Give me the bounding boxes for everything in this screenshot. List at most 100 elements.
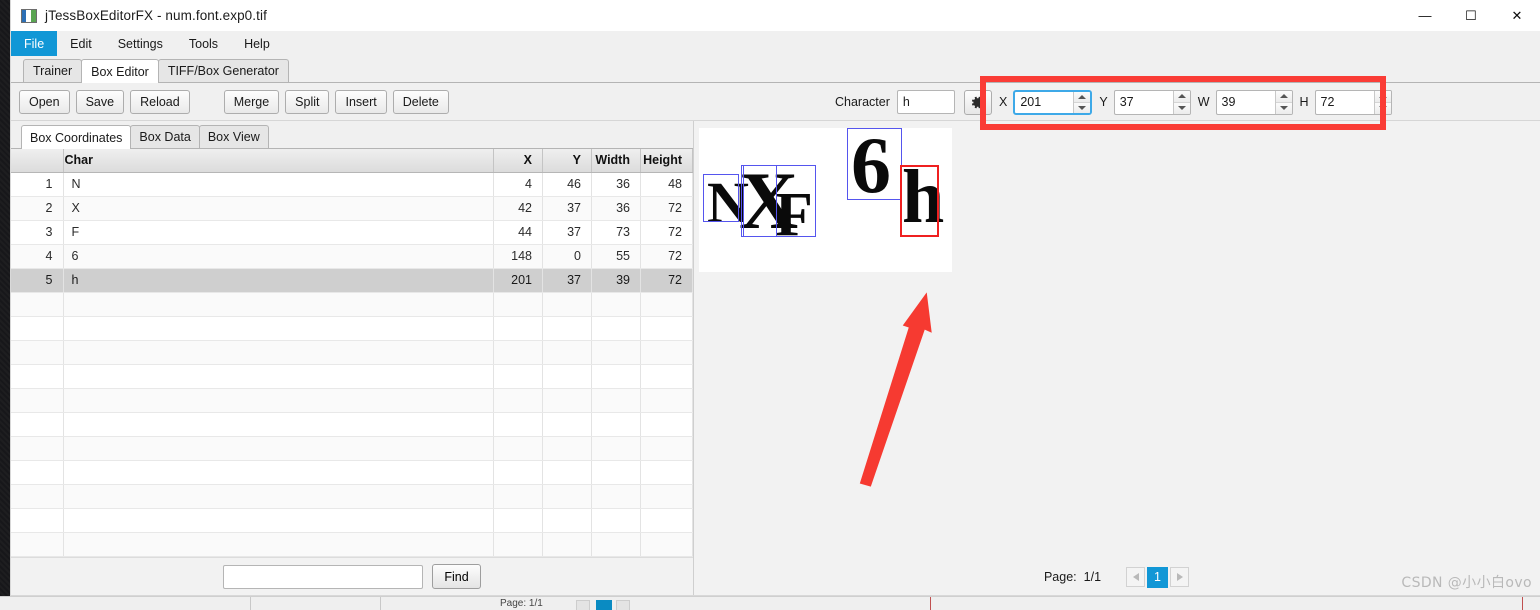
table-row[interactable]: 3 F 44 37 73 72 xyxy=(11,220,693,245)
prev-page-icon[interactable] xyxy=(1126,567,1146,587)
cell-x: 42 xyxy=(493,196,543,221)
table-row-empty[interactable] xyxy=(11,460,693,485)
gear-icon[interactable] xyxy=(963,89,992,115)
menu-item-tools[interactable]: Tools xyxy=(176,31,231,56)
cell-empty xyxy=(63,388,494,413)
merge-button[interactable]: Merge xyxy=(223,89,280,114)
minimize-button[interactable]: — xyxy=(1402,0,1448,31)
w-input[interactable] xyxy=(1216,90,1275,114)
bbox-6[interactable] xyxy=(847,128,902,200)
table-row[interactable]: 5 h 201 37 39 72 xyxy=(11,268,693,293)
tab-box-data[interactable]: Box Data xyxy=(130,125,200,148)
image-canvas[interactable]: N X F 6 h xyxy=(699,126,952,272)
tab-box-view[interactable]: Box View xyxy=(198,125,269,148)
table-row-empty[interactable] xyxy=(11,292,693,317)
col-char[interactable]: Char xyxy=(63,149,494,173)
split-button[interactable]: Split xyxy=(285,89,330,114)
h-spinner-arrows[interactable] xyxy=(1373,90,1391,114)
bbox-h[interactable] xyxy=(900,165,939,237)
find-bar: Find xyxy=(11,557,693,595)
w-spinner-arrows[interactable] xyxy=(1274,90,1292,114)
menu-item-help[interactable]: Help xyxy=(231,31,283,56)
cell-empty xyxy=(63,412,494,437)
table-row-empty[interactable] xyxy=(11,340,693,365)
cell-empty xyxy=(640,460,693,485)
col-x[interactable]: X xyxy=(493,149,543,173)
insert-button[interactable]: Insert xyxy=(335,89,387,114)
cell-empty xyxy=(542,484,592,509)
box-table-container[interactable]: Char X Y Width Height 1 N 4 46 36 48 2 X 42 37 36 7… xyxy=(11,149,693,557)
table-row-empty[interactable] xyxy=(11,388,693,413)
cell-width: 36 xyxy=(591,196,641,221)
h-spinner-down[interactable] xyxy=(1374,102,1391,114)
cell-width: 73 xyxy=(591,220,641,245)
page-number-button[interactable]: 1 xyxy=(1147,566,1169,588)
find-input[interactable] xyxy=(223,564,424,589)
cell-empty xyxy=(640,316,693,341)
cell-empty xyxy=(542,388,592,413)
y-spinner[interactable] xyxy=(1113,89,1191,115)
reload-button[interactable]: Reload xyxy=(130,89,190,114)
table-row-empty[interactable] xyxy=(11,532,693,557)
save-button[interactable]: Save xyxy=(75,89,125,114)
cell-empty xyxy=(640,412,693,437)
x-spinner-down[interactable] xyxy=(1074,102,1091,113)
table-row-empty[interactable] xyxy=(11,364,693,389)
w-spinner[interactable] xyxy=(1215,89,1293,115)
col-width[interactable]: Width xyxy=(591,149,641,173)
character-input[interactable] xyxy=(896,90,955,114)
tab-box-editor[interactable]: Box Editor xyxy=(81,59,159,83)
h-spinner-up[interactable] xyxy=(1374,90,1391,103)
bbox-F[interactable] xyxy=(743,165,816,237)
watermark: CSDN @小小白ovo xyxy=(1401,575,1532,591)
close-button[interactable]: ✕ xyxy=(1494,0,1540,31)
cell-height: 48 xyxy=(640,172,693,197)
cell-empty xyxy=(640,436,693,461)
maximize-button[interactable]: ☐ xyxy=(1448,0,1494,31)
menu-item-edit[interactable]: Edit xyxy=(57,31,105,56)
tab-tiff-box-generator[interactable]: TIFF/Box Generator xyxy=(157,59,289,82)
cell-empty xyxy=(591,340,641,365)
table-row-empty[interactable] xyxy=(11,316,693,341)
table-row[interactable]: 4 6 148 0 55 72 xyxy=(11,244,693,269)
find-button[interactable]: Find xyxy=(432,564,481,589)
y-spinner-up[interactable] xyxy=(1173,90,1190,103)
table-row-empty[interactable] xyxy=(11,436,693,461)
menu-item-settings[interactable]: Settings xyxy=(105,31,176,56)
x-spinner-arrows[interactable] xyxy=(1073,91,1091,113)
content-area: Box Coordinates Box Data Box View Char X… xyxy=(11,121,1540,595)
col-height[interactable]: Height xyxy=(640,149,693,173)
cell-empty xyxy=(640,364,693,389)
menu-item-file[interactable]: File xyxy=(11,31,58,56)
delete-button[interactable]: Delete xyxy=(392,89,449,114)
y-spinner-down[interactable] xyxy=(1173,102,1190,114)
tab-box-coordinates[interactable]: Box Coordinates xyxy=(21,125,132,149)
cell-empty xyxy=(11,532,64,557)
tab-trainer[interactable]: Trainer xyxy=(23,59,83,82)
cell-empty xyxy=(11,340,64,365)
table-row-empty[interactable] xyxy=(11,412,693,437)
table-row-empty[interactable] xyxy=(11,484,693,509)
col-y[interactable]: Y xyxy=(542,149,592,173)
table-row[interactable]: 1 N 4 46 36 48 xyxy=(11,172,693,197)
x-input[interactable] xyxy=(1015,91,1074,113)
cell-empty xyxy=(493,508,543,533)
bbox-N[interactable] xyxy=(703,174,739,222)
cell-x: 201 xyxy=(493,268,543,293)
x-spinner-up[interactable] xyxy=(1074,91,1091,103)
h-spinner[interactable] xyxy=(1314,89,1392,115)
open-button[interactable]: Open xyxy=(19,89,70,114)
next-page-icon[interactable] xyxy=(1170,567,1190,587)
cell-empty xyxy=(542,340,592,365)
y-input[interactable] xyxy=(1114,90,1173,114)
table-row[interactable]: 2 X 42 37 36 72 xyxy=(11,196,693,221)
w-spinner-down[interactable] xyxy=(1275,102,1292,114)
w-spinner-up[interactable] xyxy=(1275,90,1292,103)
box-table: Char X Y Width Height 1 N 4 46 36 48 2 X 42 37 36 7… xyxy=(11,149,693,557)
h-input[interactable] xyxy=(1315,90,1374,114)
table-row-empty[interactable] xyxy=(11,508,693,533)
y-spinner-arrows[interactable] xyxy=(1172,90,1190,114)
x-spinner[interactable] xyxy=(1013,89,1093,115)
col-index[interactable] xyxy=(11,149,64,173)
cell-empty xyxy=(493,364,543,389)
